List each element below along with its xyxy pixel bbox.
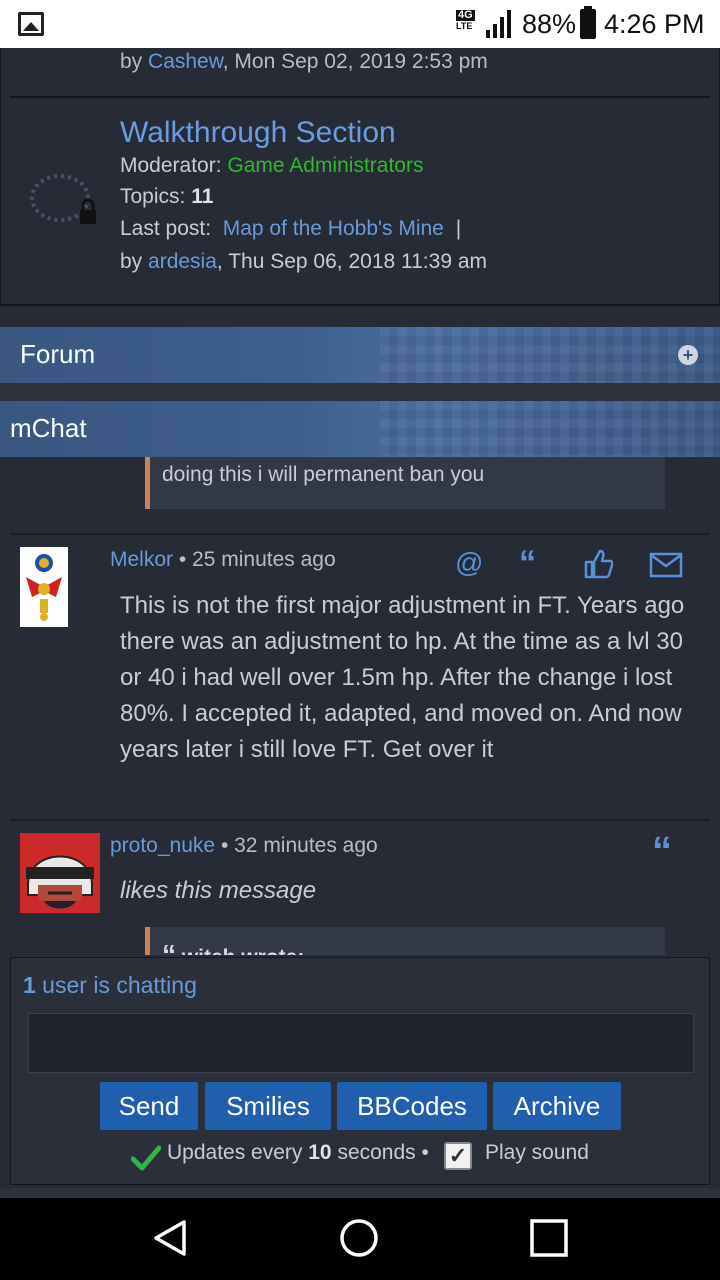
section-gap	[0, 383, 720, 401]
forum-title-link[interactable]: Walkthrough Section	[120, 116, 396, 150]
topics-count: 11	[191, 185, 214, 208]
divider	[0, 304, 720, 306]
network-indicator: 4G LTE	[456, 10, 475, 32]
checkmark-icon	[131, 1145, 161, 1171]
avatar[interactable]	[20, 833, 100, 913]
users-count: 1	[23, 972, 36, 998]
page-bottom	[0, 1188, 720, 1198]
divider	[10, 533, 710, 535]
quote-author-label: witch wrote:	[182, 946, 305, 955]
message-input[interactable]	[28, 1013, 694, 1073]
last-post-label: Last post:	[120, 217, 212, 240]
updates-suffix: seconds •	[331, 1141, 429, 1164]
message-meta: Melkor • 25 minutes ago	[110, 548, 336, 572]
moderator-group-link[interactable]: Game Administrators	[227, 154, 423, 177]
send-button[interactable]: Send	[100, 1082, 198, 1130]
expand-plus-icon[interactable]: +	[678, 345, 698, 365]
recents-icon[interactable]	[529, 1218, 569, 1258]
message-meta: proto_nuke • 32 minutes ago	[110, 834, 378, 858]
quote-icon[interactable]: “	[519, 546, 536, 580]
private-message-icon[interactable]	[649, 552, 683, 578]
moderator-label: Moderator:	[120, 154, 222, 177]
android-nav-bar	[0, 1198, 720, 1280]
battery-percent: 88%	[522, 9, 577, 39]
forum-section-header[interactable]: Forum +	[0, 327, 720, 383]
last-post-title-link[interactable]: Map of the Hobb's Mine	[223, 217, 444, 240]
signal-icon	[486, 10, 511, 38]
divider	[10, 96, 710, 98]
last-post-date: , Thu Sep 06, 2018 11:39 am	[216, 250, 488, 273]
users-text: user is chatting	[35, 972, 197, 998]
forum-header-label: Forum	[20, 339, 96, 369]
topics-line: Topics: 11	[120, 185, 213, 209]
battery-icon	[580, 6, 596, 39]
message-text: likes this message	[120, 877, 317, 904]
quote-mark-icon: “	[162, 939, 176, 955]
prev-post-date: , Mon Sep 02, 2019 2:53 pm	[222, 50, 488, 73]
gallery-notification-icon	[18, 12, 44, 36]
quote-text: doing this i will permanent ban you	[162, 463, 485, 486]
updates-prefix: Updates every	[167, 1141, 309, 1164]
back-icon[interactable]	[150, 1218, 190, 1258]
forum-read-locked-icon	[30, 174, 96, 224]
clock: 4:26 PM	[604, 9, 705, 39]
by-label: by	[120, 250, 143, 273]
quote-author: “ witch wrote:	[162, 939, 304, 955]
archive-button[interactable]: Archive	[493, 1082, 621, 1130]
like-icon[interactable]	[583, 549, 613, 579]
prev-post-user-link[interactable]: Cashew	[148, 50, 223, 73]
message-actions: @ “	[455, 546, 695, 580]
previous-last-post-byline: by Cashew, Mon Sep 02, 2019 2:53 pm	[120, 50, 488, 74]
last-post-separator: |	[455, 217, 462, 240]
status-bar: 4G LTE 88% 4:26 PM	[0, 0, 720, 48]
mchat-header-label: mChat	[10, 413, 87, 443]
quote-block: doing this i will permanent ban you	[145, 457, 665, 509]
avatar[interactable]	[20, 547, 68, 627]
order-medal-icon	[26, 554, 62, 621]
play-sound-label[interactable]: Play sound	[485, 1141, 589, 1165]
topics-label: Topics:	[120, 185, 186, 208]
by-label: by	[120, 50, 143, 73]
quote-icon[interactable]: “	[652, 831, 672, 871]
forum-listing: by Cashew, Mon Sep 02, 2019 2:53 pm Walk…	[0, 48, 720, 306]
network-badge: 4G	[456, 9, 475, 21]
play-sound-checkbox[interactable]: ✓	[444, 1142, 472, 1170]
message-time: • 32 minutes ago	[220, 834, 378, 857]
updates-interval-text: Updates every 10 seconds •	[167, 1141, 429, 1165]
message-time: • 25 minutes ago	[178, 548, 336, 571]
home-icon[interactable]	[339, 1218, 379, 1258]
quote-block: “ witch wrote:	[145, 927, 665, 955]
network-type: LTE	[456, 21, 473, 31]
message-text: This is not the first major adjustment i…	[120, 592, 685, 763]
mention-icon[interactable]: @	[455, 549, 483, 577]
mchat-messages[interactable]: doing this i will permanent ban you Melk…	[0, 457, 720, 955]
bbcodes-button[interactable]: BBCodes	[337, 1082, 487, 1130]
moderator-line: Moderator: Game Administrators	[120, 154, 423, 178]
robot-helmet-icon	[20, 833, 100, 913]
last-post-user-link[interactable]: ardesia	[148, 250, 217, 273]
username-link[interactable]: Melkor	[110, 548, 173, 571]
last-post-line: Last post: Map of the Hobb's Mine |	[120, 217, 461, 241]
last-post-byline: by ardesia, Thu Sep 06, 2018 11:39 am	[120, 250, 487, 274]
updates-seconds: 10	[308, 1141, 332, 1164]
users-chatting[interactable]: 1 user is chatting	[23, 972, 197, 999]
divider	[10, 819, 710, 821]
smilies-button[interactable]: Smilies	[205, 1082, 331, 1130]
mchat-section-header[interactable]: mChat	[0, 401, 720, 457]
mchat-input-panel: 1 user is chatting Send Smilies BBCodes …	[10, 957, 710, 1185]
username-link[interactable]: proto_nuke	[110, 834, 215, 857]
